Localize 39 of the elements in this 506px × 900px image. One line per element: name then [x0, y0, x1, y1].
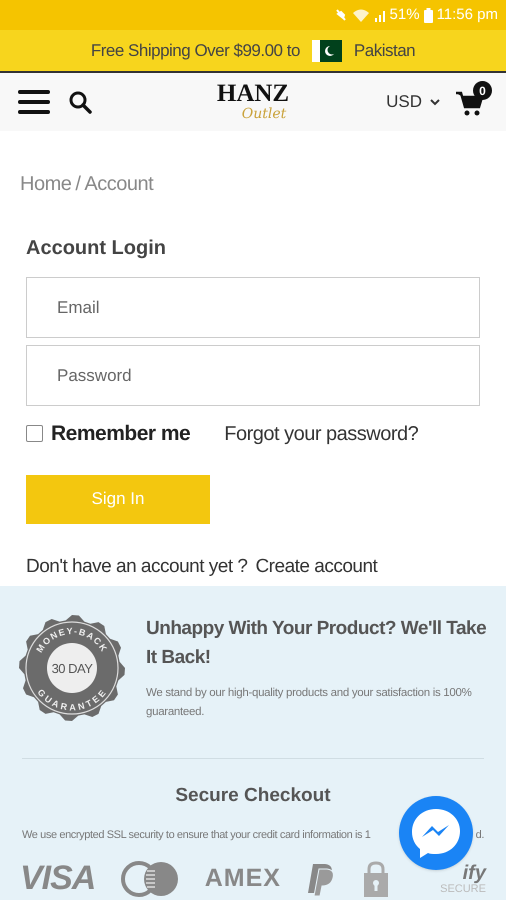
breadcrumb-link[interactable]: Account	[84, 169, 154, 199]
login-title: Account Login	[26, 236, 167, 261]
shopify-logo-text: ify	[462, 862, 486, 882]
battery-icon	[424, 8, 433, 22]
remember-label[interactable]: Remember me	[51, 418, 190, 450]
chevron-icon	[430, 98, 440, 106]
guarantee-title: Unhappy With Your Product? We'll Take It Back!	[146, 617, 488, 670]
secure-label: SECURE	[440, 882, 486, 894]
create-account-link[interactable]: Create account	[255, 552, 378, 581]
card-logo-icon	[121, 860, 180, 896]
country-name: Pakistan	[354, 40, 416, 62]
signal-icon	[374, 8, 386, 22]
breadcrumb-separator: /	[75, 172, 80, 197]
forgot-password-link[interactable]: Forgot your password?	[224, 418, 418, 449]
search-icon[interactable]	[68, 90, 92, 114]
ssl-text: We use encrypted SSL security to ensure that your credit card information is 1	[22, 828, 370, 842]
badge-center-text: 30 DAY	[52, 661, 92, 676]
ssl-text-end: d.	[476, 828, 484, 842]
logo-subtitle: Outlet	[242, 107, 286, 121]
cart-count: 0	[473, 81, 492, 100]
guarantee-text: We stand by our high-quality products and your satisfaction is 100% guaranteed.	[146, 686, 473, 720]
messenger-icon	[409, 806, 463, 860]
menu-icon[interactable]	[18, 89, 50, 115]
promo-text: Free Shipping Over $99.00 to	[90, 40, 300, 62]
currency-select[interactable]: USD	[386, 89, 440, 115]
lock-icon	[362, 860, 390, 896]
battery-percent: 51%	[390, 4, 420, 25]
remember-checkbox[interactable]	[26, 425, 43, 442]
breadcrumb-link[interactable]: Home	[20, 169, 72, 199]
checkout-title: Secure Checkout	[174, 784, 332, 808]
visa-logo: VISA	[20, 858, 96, 899]
password-field[interactable]: Password	[26, 345, 480, 406]
flag-icon	[312, 40, 342, 62]
signup-prompt: Don't have an account yet ?	[26, 554, 248, 578]
logo[interactable]: HANZ	[216, 81, 290, 107]
clock-time: 11:56 pm	[436, 4, 498, 25]
email-field[interactable]: Email	[26, 277, 480, 338]
wifi-icon	[352, 8, 370, 22]
amex-logo: AMEX	[204, 862, 281, 894]
